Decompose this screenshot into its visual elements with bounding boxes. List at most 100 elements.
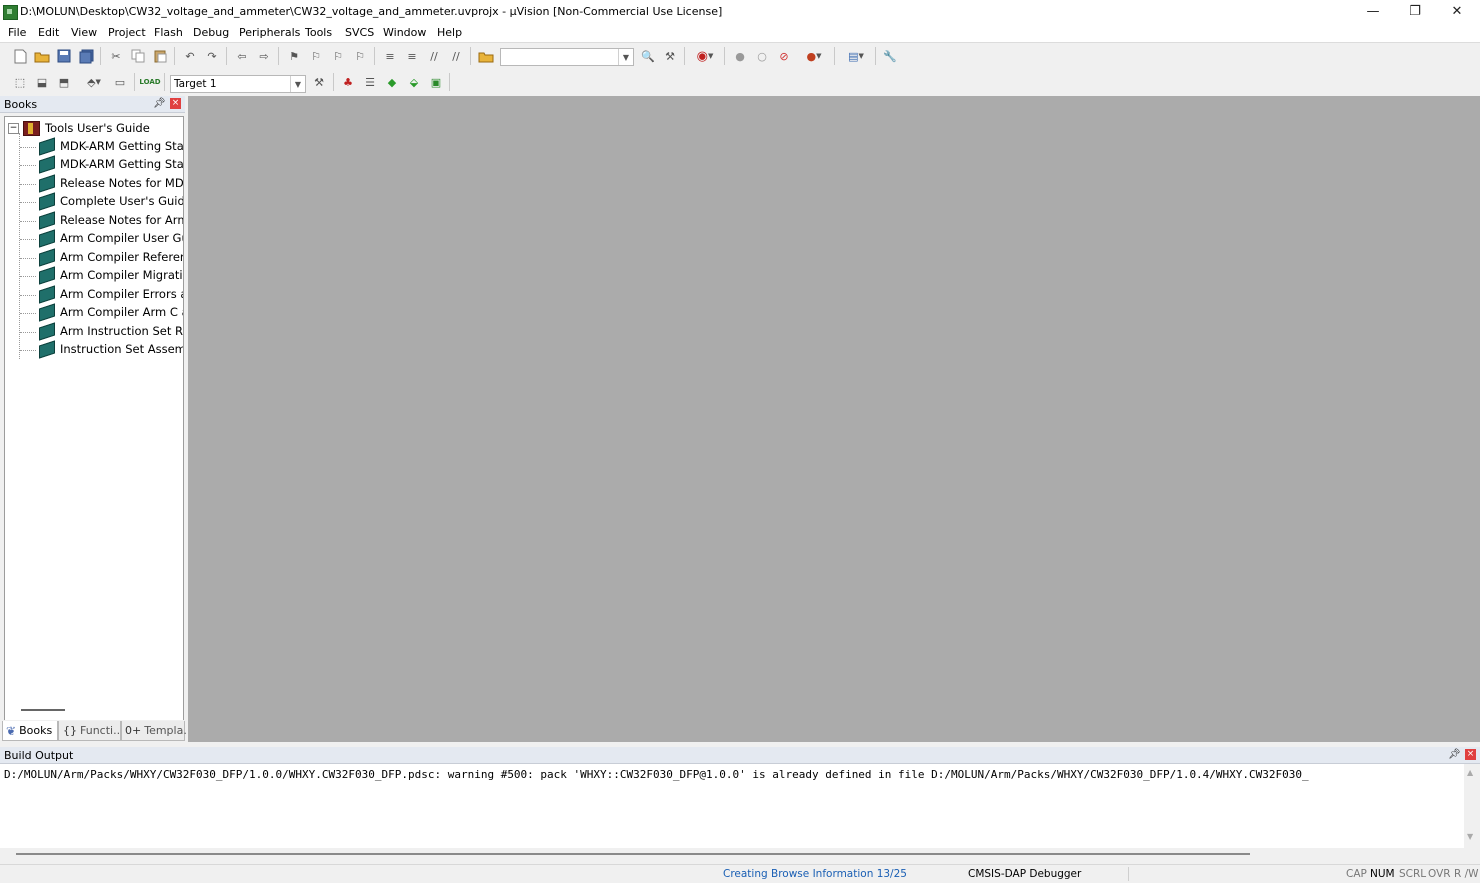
tab-templates[interactable]: 0+ Templa... — [121, 721, 194, 741]
rebuild-icon[interactable]: ⬒ — [56, 74, 72, 90]
chevron-down-icon[interactable]: ▼ — [618, 49, 633, 65]
undo-icon[interactable]: ↶ — [182, 48, 198, 64]
manage-project-items-icon[interactable]: ♣ — [340, 74, 356, 90]
tree-item[interactable]: Arm Compiler User Gu — [39, 228, 183, 248]
navigate-forward-icon[interactable]: ⇨ — [256, 48, 272, 64]
tree-item[interactable]: MDK-ARM Getting Sta — [39, 154, 183, 174]
status-num: NUM — [1370, 868, 1395, 880]
tab-books[interactable]: ❦ Books — [2, 721, 58, 741]
navigate-back-icon[interactable]: ⇦ — [234, 48, 250, 64]
collapse-icon[interactable]: − — [8, 122, 19, 134]
target-options-icon[interactable]: ⚒ — [311, 74, 327, 90]
menu-view[interactable]: View — [71, 26, 97, 39]
tree-hscroll-thumb[interactable] — [21, 709, 65, 711]
open-folder-icon[interactable] — [34, 48, 50, 64]
menu-file[interactable]: File — [8, 26, 26, 39]
tree-item-label: Arm Compiler Arm C a — [60, 305, 184, 319]
disable-breakpoints-icon[interactable]: ⊘ — [776, 48, 792, 64]
configure-wrench-icon[interactable]: 🔧 — [882, 48, 898, 64]
editor-workspace[interactable] — [188, 96, 1480, 742]
build-icon[interactable]: ⬓ — [34, 74, 50, 90]
stop-build-icon[interactable]: ▭ — [112, 74, 128, 90]
paste-icon[interactable] — [152, 48, 168, 64]
bookmark-clear-icon[interactable]: ⚐ — [352, 48, 368, 64]
find-combo[interactable]: ▼ — [500, 48, 634, 66]
close-panel-icon[interactable]: × — [1465, 749, 1476, 760]
uncomment-icon[interactable]: // — [448, 48, 464, 64]
status-debugger: CMSIS-DAP Debugger — [968, 868, 1082, 880]
pin-icon[interactable]: 📌︎ — [1448, 749, 1461, 760]
menu-help[interactable]: Help — [437, 26, 462, 39]
tree-root[interactable]: − Tools User's Guide — [8, 119, 150, 137]
menu-project[interactable]: Project — [108, 26, 146, 39]
build-output-vscroll[interactable]: ▲ ▼ — [1464, 764, 1480, 848]
books-tree[interactable]: − Tools User's Guide MDK-ARM Getting Sta… — [4, 116, 184, 721]
insert-breakpoint-icon[interactable]: ● — [732, 48, 748, 64]
enable-breakpoint-icon[interactable]: ○ — [754, 48, 770, 64]
scroll-up-icon[interactable]: ▲ — [1467, 768, 1473, 777]
menu-peripherals[interactable]: Peripherals — [239, 26, 300, 39]
scroll-down-icon[interactable]: ▼ — [1467, 832, 1473, 841]
tree-item[interactable]: Release Notes for MD — [39, 173, 183, 193]
indent-icon[interactable]: ≡ — [382, 48, 398, 64]
tree-item[interactable]: Arm Instruction Set Re — [39, 321, 183, 341]
close-panel-icon[interactable]: × — [170, 98, 181, 109]
status-scrl: SCRL — [1399, 868, 1427, 880]
tree-item[interactable]: Complete User's Guide — [39, 191, 183, 211]
software-packs-icon[interactable]: ▣ — [428, 74, 444, 90]
minimize-button[interactable]: — — [1352, 0, 1394, 23]
target-select[interactable]: Target 1 ▼ — [170, 75, 306, 93]
batch-build-icon[interactable]: ⬘ ▼ — [80, 74, 108, 90]
select-packs-icon[interactable]: ◆ — [384, 74, 400, 90]
comment-icon[interactable]: // — [426, 48, 442, 64]
menu-debug[interactable]: Debug — [193, 26, 229, 39]
window-title: D:\MOLUN\Desktop\CW32_voltage_and_ammete… — [20, 5, 723, 18]
tree-item[interactable]: Arm Compiler Arm C a — [39, 302, 184, 322]
copy-icon[interactable] — [130, 48, 146, 64]
save-all-icon[interactable] — [78, 48, 94, 64]
status-rw: R /W — [1454, 868, 1479, 880]
redo-icon[interactable]: ↷ — [204, 48, 220, 64]
build-output-hscroll[interactable] — [0, 848, 1480, 862]
find-in-files-icon[interactable] — [478, 48, 494, 64]
kill-breakpoints-icon[interactable]: ● ▼ — [800, 48, 828, 64]
bookmark-previous-icon[interactable]: ⚐ — [308, 48, 324, 64]
restore-button[interactable]: ❐ — [1394, 0, 1436, 23]
toolbar-separator — [374, 47, 375, 65]
load-download-icon[interactable]: LOAD — [139, 74, 160, 90]
menu-window[interactable]: Window — [383, 26, 426, 39]
manage-rte-icon[interactable]: ☰ — [362, 74, 378, 90]
menu-svcs[interactable]: SVCS — [345, 26, 374, 39]
find-icon[interactable]: 🔍 — [640, 48, 656, 64]
incremental-find-icon[interactable]: ⚒ — [662, 48, 678, 64]
menu-flash[interactable]: Flash — [154, 26, 183, 39]
save-icon[interactable] — [56, 48, 72, 64]
tree-item[interactable]: MDK-ARM Getting Sta — [39, 136, 183, 156]
new-file-icon[interactable] — [12, 48, 28, 64]
toolbar-separator — [164, 73, 165, 91]
tree-item[interactable]: Arm Compiler Migratic — [39, 265, 183, 285]
debug-session-icon[interactable]: ◉ ▼ — [692, 48, 718, 64]
tree-item[interactable]: Release Notes for Arm — [39, 210, 183, 230]
tree-item[interactable]: Arm Compiler Errors a — [39, 284, 183, 304]
books-collection-icon — [23, 120, 40, 136]
unindent-icon[interactable]: ≡ — [404, 48, 420, 64]
close-button[interactable]: ✕ — [1436, 0, 1478, 23]
menu-tools[interactable]: Tools — [305, 26, 332, 39]
tab-functions[interactable]: {} Functi... — [58, 721, 124, 741]
translate-icon[interactable]: ⬚ — [12, 74, 28, 90]
build-output-window[interactable]: D:/MOLUN/Arm/Packs/WHXY/CW32F030_DFP/1.0… — [0, 764, 1464, 848]
pack-installer-icon[interactable]: ⬙ — [406, 74, 422, 90]
bookmark-next-icon[interactable]: ⚐ — [330, 48, 346, 64]
chevron-down-icon[interactable]: ▼ — [290, 76, 305, 92]
tree-item[interactable]: Instruction Set Assemb — [39, 339, 183, 359]
toolbar-separator — [333, 73, 334, 91]
cut-icon[interactable]: ✂ — [108, 48, 124, 64]
window-layout-icon[interactable]: ▤ ▼ — [842, 48, 870, 64]
bookmark-toggle-icon[interactable]: ⚑ — [286, 48, 302, 64]
book-icon — [39, 284, 55, 304]
tree-item[interactable]: Arm Compiler Referen — [39, 247, 183, 267]
hscroll-thumb[interactable] — [16, 853, 1250, 855]
menu-edit[interactable]: Edit — [38, 26, 59, 39]
pin-icon[interactable]: 📌︎ — [153, 98, 166, 109]
